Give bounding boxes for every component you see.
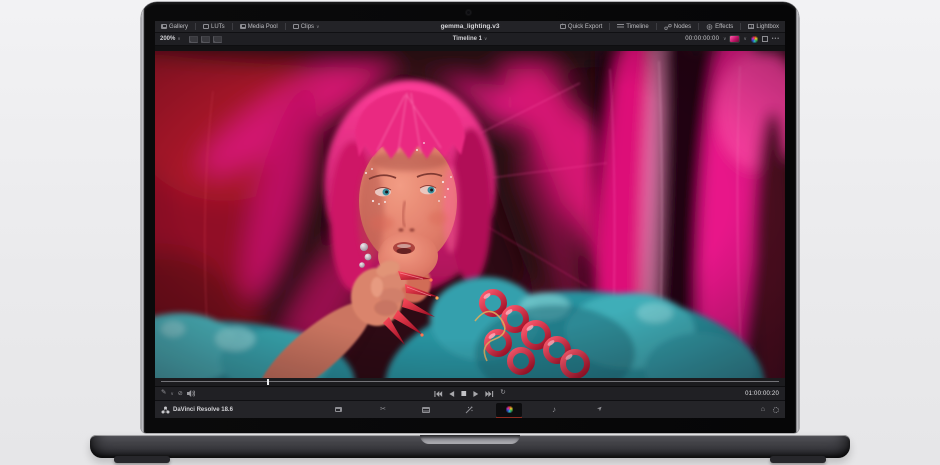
gallery-button[interactable]: Gallery xyxy=(161,24,188,30)
last-frame-button[interactable] xyxy=(485,391,493,397)
deliver-page-icon[interactable] xyxy=(588,403,614,417)
camera-dot xyxy=(465,9,472,16)
luts-icon xyxy=(203,24,209,29)
laptop-lid: Gallery LUTs Media Pool Clips xyxy=(141,2,799,433)
scrubber-track[interactable] xyxy=(161,381,779,382)
stop-button[interactable] xyxy=(461,391,466,396)
chevron-down-icon[interactable] xyxy=(170,391,173,397)
nodes-icon xyxy=(664,24,672,30)
loop-button[interactable] xyxy=(500,390,505,397)
transport-controls xyxy=(434,390,505,397)
laptop-foot-left xyxy=(114,456,170,463)
chevron-down-icon[interactable] xyxy=(723,36,726,42)
annotate-tool-icon[interactable] xyxy=(161,390,166,397)
first-frame-button[interactable] xyxy=(434,391,442,397)
bypass-grades-icon[interactable] xyxy=(178,391,183,397)
luts-button[interactable]: LUTs xyxy=(203,24,225,30)
gallery-still-thumbnail[interactable] xyxy=(730,36,739,42)
viewer-toggle-3[interactable] xyxy=(213,36,222,43)
viewer-scrubber[interactable] xyxy=(155,378,785,386)
expand-viewer-icon[interactable] xyxy=(762,36,768,42)
playhead-marker[interactable] xyxy=(267,379,269,385)
lightbox-icon xyxy=(748,24,754,29)
chevron-down-icon[interactable] xyxy=(743,36,746,42)
gallery-label: Gallery xyxy=(169,24,188,30)
effects-icon xyxy=(706,24,713,30)
luts-label: LUTs xyxy=(211,24,225,30)
quick-export-button[interactable]: Quick Export xyxy=(560,24,602,30)
timeline-button[interactable]: Timeline xyxy=(617,24,648,30)
play-forward-button[interactable] xyxy=(473,391,478,397)
laptop-foot-right xyxy=(770,456,826,463)
media-pool-button[interactable]: Media Pool xyxy=(240,24,278,30)
zoom-level-value: 200% xyxy=(160,36,175,42)
more-options-icon[interactable]: ••• xyxy=(772,36,780,42)
page-bar: DaVinci Resolve 18.6 xyxy=(155,400,785,418)
color-wheel-icon[interactable] xyxy=(751,36,758,43)
edit-page-icon[interactable] xyxy=(413,403,439,417)
nodes-button[interactable]: Nodes xyxy=(664,24,691,30)
record-timecode: 00:00:00:00 xyxy=(685,36,719,42)
viewer-toolbar: 200% Timeline 1 00:00:00:00 xyxy=(155,33,785,46)
gallery-icon xyxy=(161,24,167,29)
timeline-icon xyxy=(617,24,624,29)
clips-icon xyxy=(293,24,299,29)
scene: Gallery LUTs Media Pool Clips xyxy=(0,0,940,465)
media-page-icon[interactable] xyxy=(325,403,351,417)
color-viewer[interactable] xyxy=(155,46,785,378)
chevron-down-icon xyxy=(177,36,180,42)
clips-button[interactable]: Clips xyxy=(293,24,320,30)
chevron-down-icon xyxy=(316,24,319,30)
laptop-base xyxy=(90,435,850,458)
effects-button[interactable]: Effects xyxy=(706,24,733,30)
timeline-selector[interactable]: Timeline 1 xyxy=(453,36,488,42)
transport-bar: 01:00:00:20 xyxy=(155,386,785,400)
media-pool-label: Media Pool xyxy=(248,24,278,30)
lightbox-button[interactable]: Lightbox xyxy=(748,24,779,30)
chevron-down-icon xyxy=(484,36,487,42)
playhead-timecode: 01:00:00:20 xyxy=(745,391,779,397)
project-title: gemma_lighting.v3 xyxy=(441,23,500,30)
fusion-page-icon[interactable] xyxy=(456,403,482,417)
page-switcher xyxy=(155,401,785,418)
color-page-icon-active[interactable] xyxy=(496,403,522,417)
davinci-resolve-window: Gallery LUTs Media Pool Clips xyxy=(155,21,785,418)
viewer-toggle-1[interactable] xyxy=(189,36,198,43)
lid-lift-groove xyxy=(420,435,520,444)
viewer-image xyxy=(155,51,785,378)
play-reverse-button[interactable] xyxy=(449,391,454,397)
viewer-toggle-2[interactable] xyxy=(201,36,210,43)
clips-label: Clips xyxy=(301,24,314,30)
audio-mute-icon[interactable] xyxy=(187,390,195,397)
quick-export-icon xyxy=(560,24,566,30)
zoom-level-dropdown[interactable]: 200% xyxy=(160,36,181,42)
media-pool-icon xyxy=(240,24,246,29)
cut-page-icon[interactable] xyxy=(370,403,396,417)
fairlight-page-icon[interactable] xyxy=(541,403,567,417)
top-toolbar: Gallery LUTs Media Pool Clips xyxy=(155,21,785,33)
